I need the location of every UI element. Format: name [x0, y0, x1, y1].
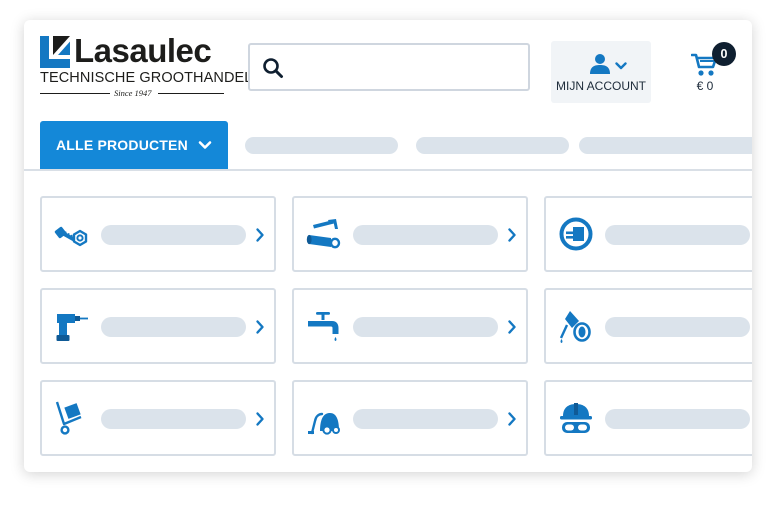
category-tile[interactable]	[40, 196, 276, 272]
water-tap-icon	[308, 312, 339, 341]
drill-icon	[56, 314, 88, 341]
category-tile[interactable]	[544, 380, 752, 456]
logo-since: Since 1947	[114, 88, 152, 98]
nav-item-placeholder[interactable]	[245, 137, 398, 154]
logo-rule-right	[158, 93, 224, 94]
category-tile[interactable]	[40, 380, 276, 456]
user-icon	[590, 54, 610, 74]
all-products-label: ALLE PRODUCTEN	[56, 137, 188, 153]
category-tile[interactable]	[40, 288, 276, 364]
search-icon[interactable]	[262, 57, 284, 79]
chevron-right-icon	[256, 412, 264, 426]
cart-total: € 0	[696, 79, 714, 93]
all-products-menu-button[interactable]: ALLE PRODUCTEN	[40, 121, 228, 169]
chevron-right-icon	[508, 412, 516, 426]
category-label-placeholder	[353, 409, 498, 429]
chevron-right-icon	[508, 228, 516, 242]
chevron-right-icon	[256, 320, 264, 334]
category-tile[interactable]	[292, 380, 528, 456]
pipe-ruler-icon	[306, 219, 341, 249]
chevron-right-icon	[256, 228, 264, 242]
safety-helmet-goggles-icon	[560, 403, 592, 433]
chevron-down-icon	[198, 141, 212, 149]
nav-divider	[24, 169, 752, 171]
search-input[interactable]	[294, 51, 522, 83]
category-label-placeholder	[605, 225, 750, 245]
category-tile[interactable]	[292, 288, 528, 364]
category-tile[interactable]	[544, 288, 752, 364]
vacuum-cleaner-icon	[308, 412, 340, 435]
category-label-placeholder	[101, 225, 246, 245]
chevron-down-icon	[615, 62, 627, 70]
search-box[interactable]	[248, 43, 530, 91]
category-label-placeholder	[353, 225, 498, 245]
logo-mark-icon	[40, 36, 70, 68]
account-label: MIJN ACCOUNT	[556, 79, 646, 93]
category-label-placeholder	[101, 409, 246, 429]
logo-name: Lasaulec	[74, 32, 212, 69]
page-card: Lasaulec TECHNISCHE GROOTHANDEL Since 19…	[24, 20, 752, 472]
category-label-placeholder	[101, 317, 246, 337]
cart-button[interactable]: 0 € 0	[687, 42, 737, 97]
power-plug-icon	[559, 217, 593, 251]
cart-count-badge: 0	[712, 42, 736, 66]
category-label-placeholder	[353, 317, 498, 337]
account-button[interactable]: MIJN ACCOUNT	[551, 41, 651, 103]
nav-item-placeholder[interactable]	[416, 137, 569, 154]
category-label-placeholder	[605, 409, 750, 429]
bolt-nut-icon	[54, 226, 88, 247]
nav-item-placeholder[interactable]	[579, 137, 752, 154]
logo-rule-left	[40, 93, 110, 94]
category-tile[interactable]	[292, 196, 528, 272]
hand-truck-icon	[55, 401, 82, 435]
category-label-placeholder	[605, 317, 750, 337]
category-tile[interactable]	[544, 196, 752, 272]
oil-can-icon	[559, 311, 591, 343]
logo-tagline: TECHNISCHE GROOTHANDEL	[40, 70, 253, 86]
logo[interactable]: Lasaulec TECHNISCHE GROOTHANDEL Since 19…	[40, 32, 252, 98]
chevron-right-icon	[508, 320, 516, 334]
